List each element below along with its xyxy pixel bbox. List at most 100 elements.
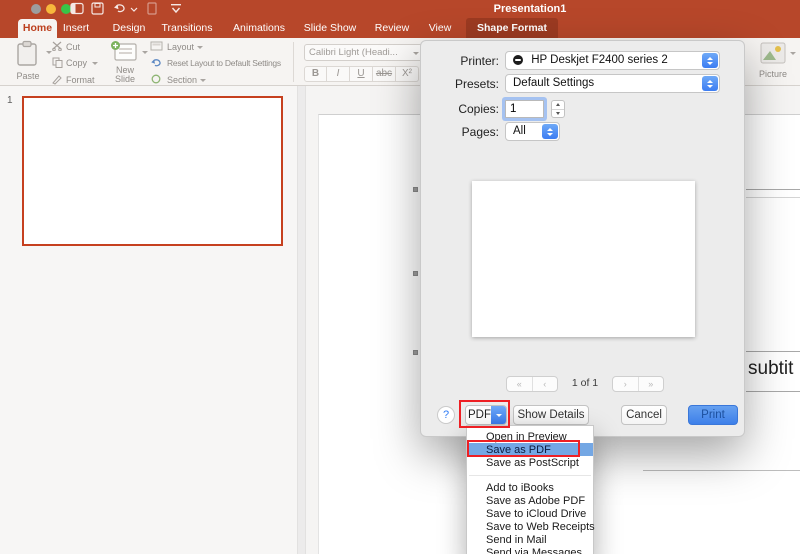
preview-nav-back-group: « ‹ (506, 376, 558, 392)
selection-handle[interactable] (413, 350, 418, 355)
ribbon-tab-bar: Home Insert Design Transitions Animation… (0, 18, 800, 38)
bold-button[interactable]: B (304, 66, 327, 82)
presets-select[interactable]: Default Settings (505, 74, 720, 93)
paste-icon[interactable] (14, 40, 42, 66)
italic-button[interactable]: I (327, 66, 350, 82)
annotation-box-pdf-button (459, 400, 510, 428)
printer-select[interactable]: HP Deskjet F2400 series 2 (505, 51, 720, 70)
pages-select-stepper (542, 124, 558, 139)
section-label: Section (167, 75, 198, 85)
slide-thumbnail[interactable] (22, 96, 283, 246)
font-name-value: Calibri Light (Headi... (309, 47, 398, 58)
placeholder-border-line (746, 351, 800, 352)
cancel-button[interactable]: Cancel (621, 405, 667, 425)
new-slide-label-line2: Slide (114, 74, 135, 84)
font-chevron-icon (413, 52, 419, 55)
copy-button[interactable]: Copy (66, 58, 87, 68)
copy-chevron-icon (92, 62, 98, 65)
slide-thumbnail-panel: 1 (0, 86, 297, 554)
menu-item-send-in-mail[interactable]: Send in Mail (467, 533, 593, 546)
menu-item-send-via-messages[interactable]: Send via Messages (467, 546, 593, 554)
slide-number: 1 (7, 95, 13, 106)
undo-chevron-icon[interactable] (130, 7, 138, 12)
picture-label: Picture (758, 69, 787, 79)
strikethrough-button[interactable]: abc (373, 66, 396, 82)
new-slide-label: New Slide (104, 66, 146, 84)
last-page-button[interactable]: » (637, 377, 664, 391)
previous-page-button[interactable]: ‹ (531, 377, 558, 391)
toolbar-options-icon[interactable] (170, 2, 182, 14)
picture-icon[interactable] (760, 42, 786, 64)
layout-button[interactable]: Layout (167, 42, 203, 52)
tab-insert[interactable]: Insert (63, 18, 89, 38)
preview-nav-forward-group: › » (612, 376, 664, 392)
tab-design[interactable]: Design (113, 18, 146, 38)
copies-label: Copies: (458, 102, 499, 116)
powerpoint-window: Presentation1 Home Insert Design Transit… (0, 0, 800, 554)
subtitle-placeholder-text: subtit (748, 358, 794, 379)
copies-input[interactable] (505, 100, 544, 118)
help-button[interactable]: ? (437, 406, 455, 424)
pages-value: All (513, 125, 526, 137)
menu-item-add-to-ibooks[interactable]: Add to iBooks (467, 481, 593, 494)
sidebar-toggle-icon[interactable] (70, 2, 84, 15)
pages-select[interactable]: All (505, 122, 560, 141)
new-slide-icon[interactable] (110, 40, 138, 64)
menu-separator (467, 469, 593, 481)
format-painter-icon (147, 2, 157, 15)
cut-icon (52, 41, 62, 51)
save-icon[interactable] (91, 2, 104, 15)
format-button[interactable]: Format (66, 75, 95, 85)
window-title: Presentation1 (493, 3, 567, 15)
window-close-button[interactable] (31, 4, 41, 14)
section-icon (151, 74, 161, 84)
section-chevron-icon (199, 79, 206, 83)
reset-layout-button[interactable]: Reset Layout to Default Settings (167, 58, 281, 68)
section-button[interactable]: Section (167, 75, 206, 85)
print-preview-page (472, 181, 695, 337)
undo-icon[interactable] (113, 2, 128, 15)
printer-status-icon (513, 55, 523, 65)
placeholder-border-line (746, 197, 800, 198)
presets-label: Presets: (454, 77, 499, 91)
page-indicator: 1 of 1 (571, 377, 599, 389)
new-slide-chevron-icon (142, 51, 148, 54)
tab-transitions[interactable]: Transitions (162, 18, 213, 38)
font-format-buttons: B I U abc X² (304, 66, 419, 82)
font-name-select[interactable]: Calibri Light (Headi... (304, 44, 424, 61)
print-button[interactable]: Print (688, 405, 738, 425)
menu-item-save-as-adobe-pdf[interactable]: Save as Adobe PDF (467, 494, 593, 507)
show-details-button[interactable]: Show Details (513, 405, 589, 425)
annotation-box-save-as-pdf (467, 440, 580, 457)
first-page-button[interactable]: « (507, 377, 532, 391)
paste-chevron-icon (46, 51, 52, 54)
layout-chevron-icon (196, 46, 203, 50)
placeholder-border-line (643, 470, 800, 471)
tab-home[interactable]: Home (18, 19, 57, 38)
menu-item-save-to-web-receipts[interactable]: Save to Web Receipts (467, 520, 595, 533)
pages-label: Pages: (461, 125, 499, 139)
window-minimize-button[interactable] (46, 4, 56, 14)
tab-view[interactable]: View (429, 18, 452, 38)
tab-slide-show[interactable]: Slide Show (304, 18, 357, 38)
next-page-button[interactable]: › (613, 377, 638, 391)
cut-button[interactable]: Cut (66, 42, 80, 52)
layout-label: Layout (167, 42, 195, 52)
underline-button[interactable]: U (350, 66, 373, 82)
superscript-button[interactable]: X² (396, 66, 419, 82)
tab-review[interactable]: Review (375, 18, 409, 38)
panel-scrollbar-gutter[interactable] (297, 86, 306, 554)
menu-item-save-to-icloud[interactable]: Save to iCloud Drive (467, 507, 593, 520)
copies-stepper[interactable] (551, 100, 565, 118)
tab-animations[interactable]: Animations (233, 18, 285, 38)
titlebar: Presentation1 (0, 0, 800, 18)
selection-handle[interactable] (413, 271, 418, 276)
selection-handle[interactable] (413, 187, 418, 192)
tab-shape-format[interactable]: Shape Format (466, 18, 558, 38)
layout-icon (150, 41, 163, 51)
menu-item-save-as-postscript[interactable]: Save as PostScript (467, 456, 593, 469)
picture-chevron-icon (790, 52, 796, 55)
placeholder-border-line (746, 391, 800, 392)
reset-layout-icon (151, 59, 161, 67)
paste-label[interactable]: Paste (8, 71, 48, 81)
